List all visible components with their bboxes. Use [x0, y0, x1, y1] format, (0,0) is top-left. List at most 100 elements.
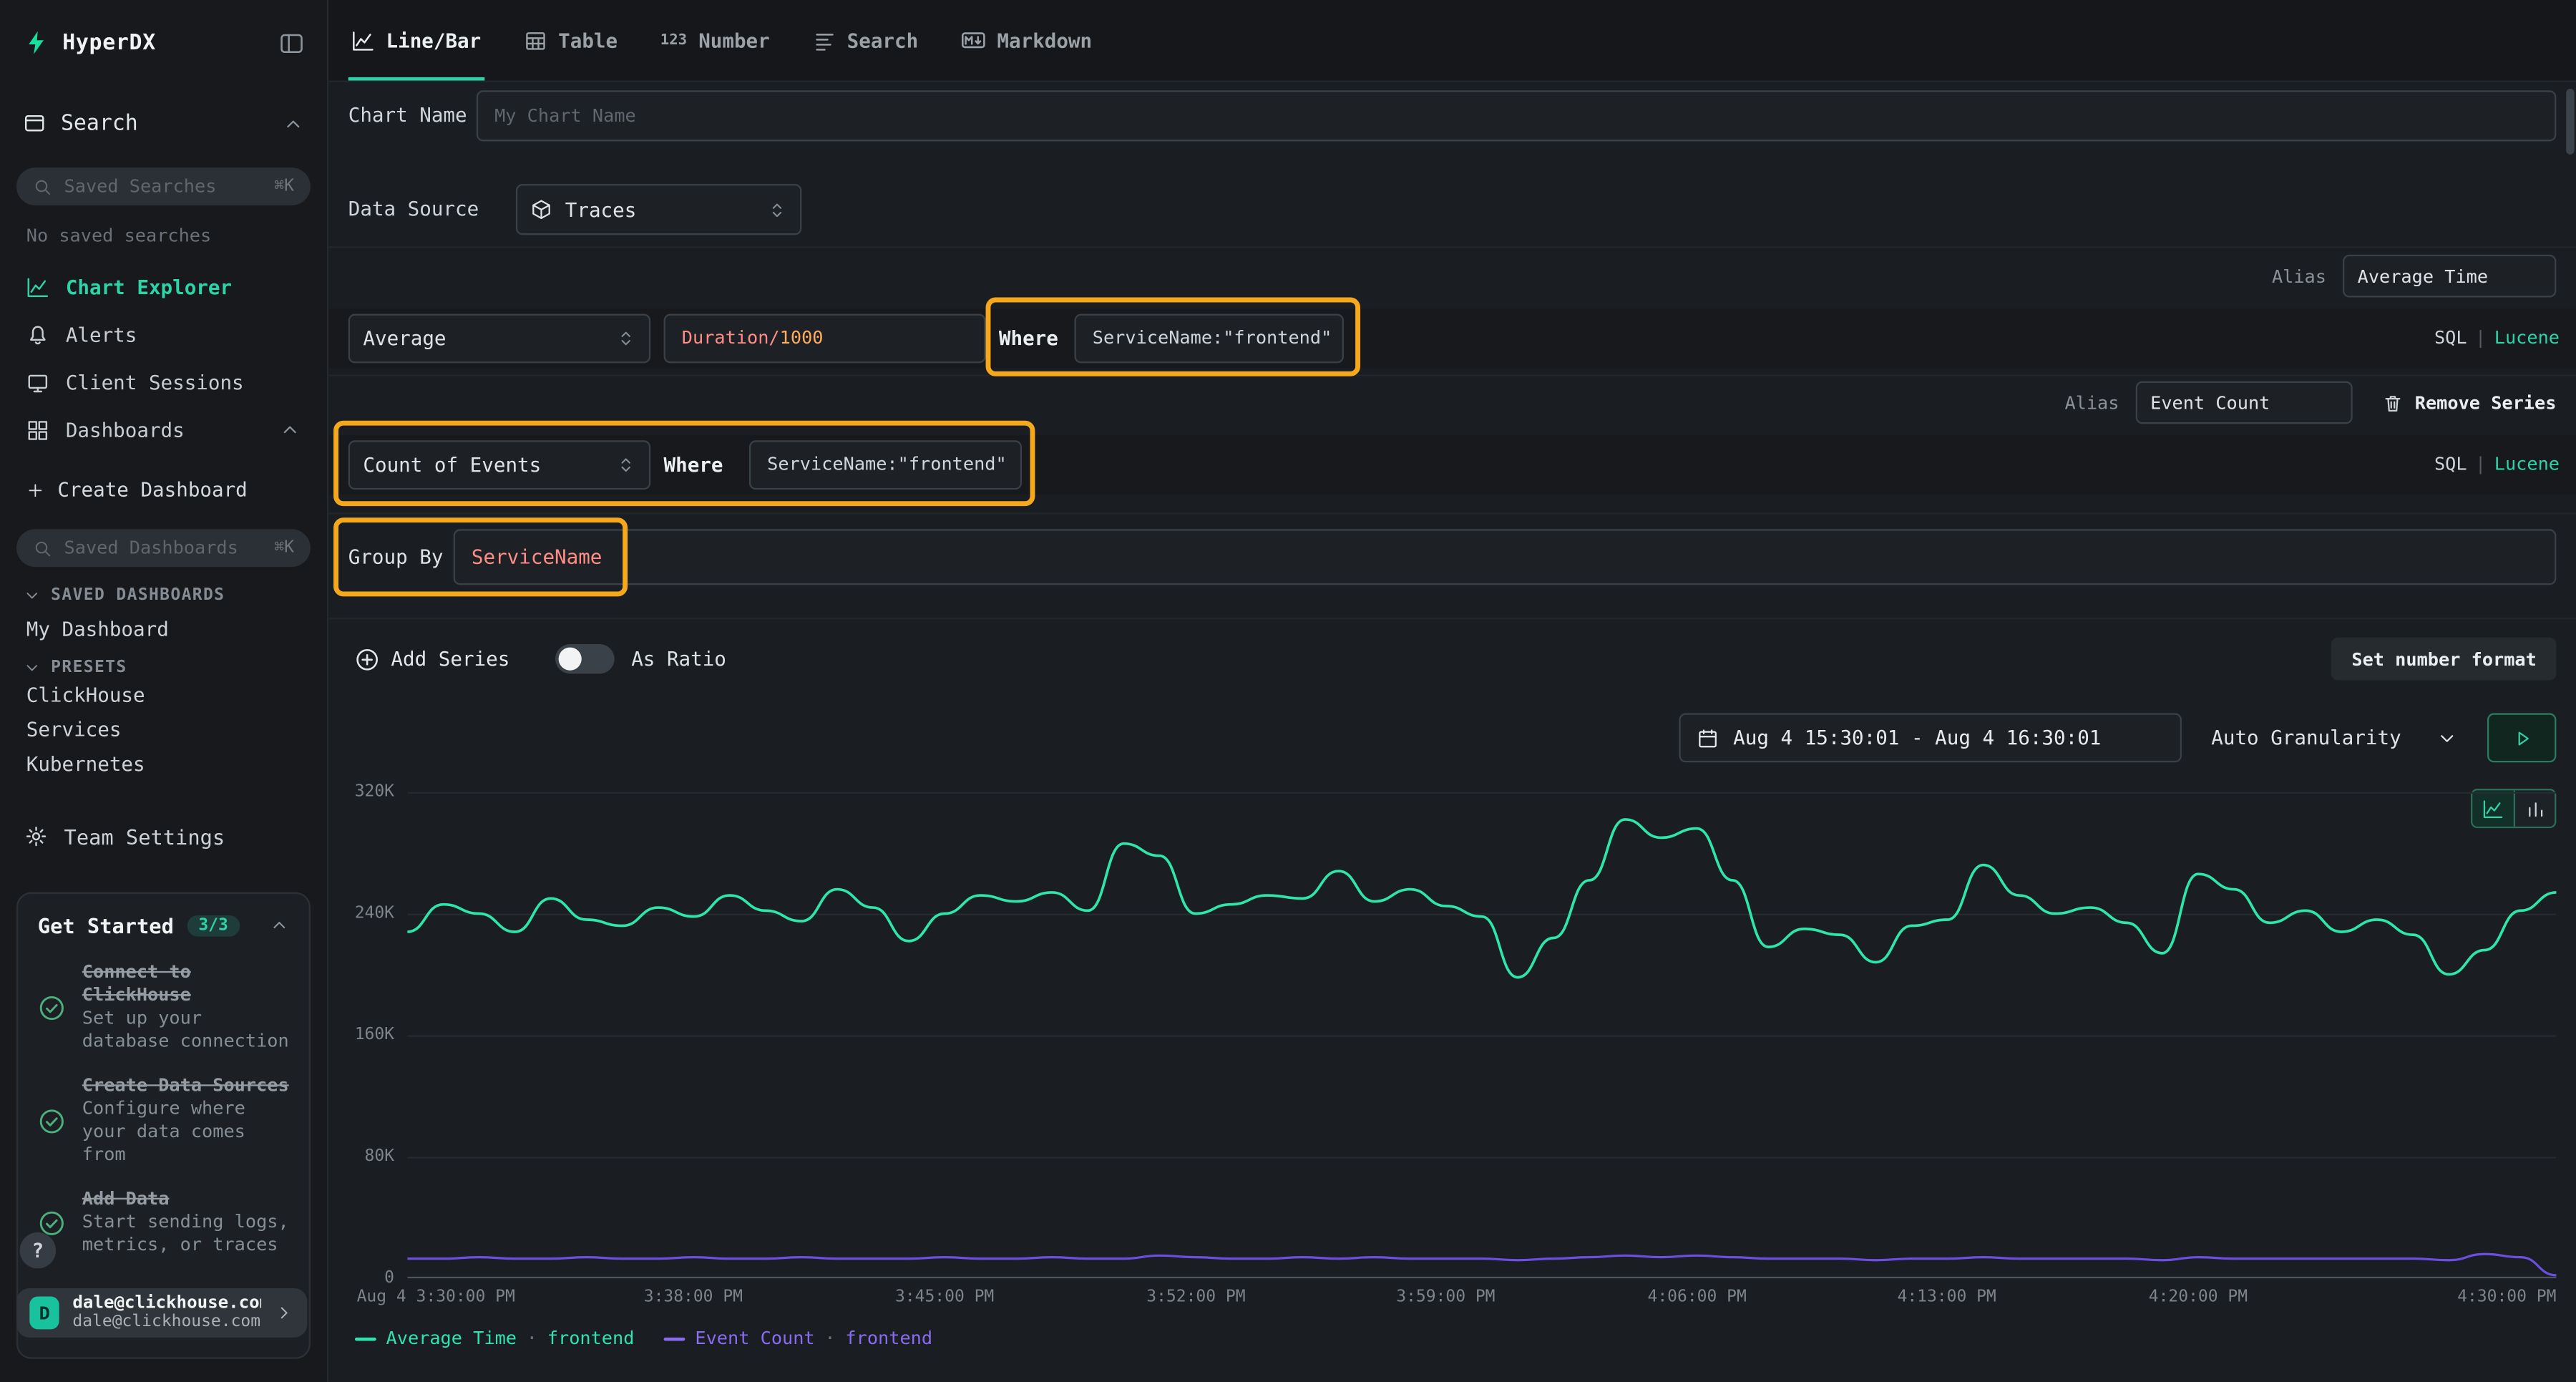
tab-search[interactable]: Search: [812, 0, 918, 80]
field-expression: Duration/: [682, 327, 780, 349]
check-circle-icon: [38, 1106, 66, 1134]
lucene-toggle[interactable]: Lucene: [2494, 454, 2560, 475]
legend-item-event-count[interactable]: Event Count · frontend: [664, 1328, 932, 1349]
group-by-input[interactable]: ServiceName: [454, 529, 2557, 585]
legend-separator: ·: [824, 1328, 835, 1349]
shortcut-badge: ⌘K: [274, 539, 294, 557]
add-series-button[interactable]: Add Series: [355, 646, 509, 671]
series2-alias-input[interactable]: [2135, 381, 2352, 424]
search-section-header[interactable]: Search: [0, 102, 327, 145]
main-panel: Line/Bar Table 123 Number Search Markdow…: [328, 0, 2576, 1382]
avatar: D: [29, 1296, 59, 1329]
select-chevrons-icon: [616, 455, 636, 475]
sidebar-item-team-settings[interactable]: Team Settings: [0, 817, 327, 856]
get-started-item-adddata[interactable]: Add Data Start sending logs, metrics, or…: [38, 1188, 289, 1257]
sidebar-item-my-dashboard[interactable]: My Dashboard: [0, 615, 327, 644]
run-query-button[interactable]: [2487, 713, 2556, 762]
hyperdx-logo-icon: [23, 29, 49, 56]
chart-explorer-content: Chart Name Data Source Traces Alias Aver…: [328, 82, 2576, 1382]
saved-dashboards-section-header[interactable]: SAVED DASHBOARDS: [23, 587, 327, 605]
sidebar-item-services[interactable]: Services: [0, 711, 327, 746]
tab-number[interactable]: 123 Number: [660, 0, 770, 80]
chevron-down-icon: [23, 659, 41, 677]
saved-dashboards-placeholder: Saved Dashboards: [64, 537, 238, 559]
series2-where-input[interactable]: ServiceName:"frontend": [749, 440, 1022, 490]
divider: [328, 374, 2576, 376]
legend-separator: ·: [527, 1328, 537, 1349]
series1-where-input[interactable]: ServiceName:"frontend": [1075, 314, 1345, 364]
alias-label: Alias: [2272, 266, 2326, 287]
lucene-toggle[interactable]: Lucene: [2494, 327, 2560, 349]
sidebar-item-client-sessions[interactable]: Client Sessions: [0, 359, 327, 407]
markdown-icon: [961, 28, 985, 52]
legend-group: frontend: [845, 1328, 932, 1349]
saved-dashboards-input[interactable]: Saved Dashboards ⌘K: [16, 529, 311, 567]
series1-alias-row: Alias: [328, 255, 2576, 298]
series1-where-label: Where: [999, 309, 1058, 369]
series1-language-switch: SQL|Lucene: [2434, 309, 2560, 369]
series1-field-input[interactable]: Duration/1000: [664, 314, 986, 364]
shortcut-badge: ⌘K: [274, 177, 294, 195]
get-started-item-connect[interactable]: Connect to ClickHouse Set up your databa…: [38, 961, 289, 1053]
sidebar-item-clickhouse[interactable]: ClickHouse: [0, 677, 327, 711]
legend-group: frontend: [547, 1328, 635, 1349]
sidebar-item-kubernetes[interactable]: Kubernetes: [0, 746, 327, 780]
help-button[interactable]: ?: [20, 1232, 57, 1269]
alias-label: Alias: [2064, 392, 2119, 414]
bell-icon: [26, 323, 49, 346]
series1-alias-input[interactable]: [2343, 255, 2556, 298]
get-started-header[interactable]: Get Started 3/3: [38, 910, 289, 940]
presets-section-header[interactable]: PRESETS: [23, 659, 327, 677]
sidebar: HyperDX Search Saved Searches ⌘K No save…: [0, 0, 328, 1382]
add-series-row: Add Series As Ratio Set number format: [328, 638, 2576, 681]
trash-icon: [2382, 392, 2404, 414]
x-axis-tick: 4:20:00 PM: [2149, 1288, 2248, 1306]
gear-icon: [24, 825, 47, 848]
nav-label: Chart Explorer: [66, 276, 232, 298]
aggfn-value: Count of Events: [363, 454, 541, 477]
chevron-down-icon: [2436, 727, 2458, 749]
sidebar-item-alerts[interactable]: Alerts: [0, 311, 327, 359]
granularity-select[interactable]: Auto Granularity: [2195, 713, 2474, 762]
chart-name-label: Chart Name: [348, 90, 467, 141]
data-source-value: Traces: [565, 198, 637, 221]
set-number-format-button[interactable]: Set number format: [2332, 638, 2557, 681]
table-icon: [524, 29, 547, 52]
get-started-item-datasources[interactable]: Create Data Sources Configure where your…: [38, 1075, 289, 1167]
sql-toggle[interactable]: SQL: [2434, 454, 2467, 475]
number-123-icon: 123: [660, 32, 687, 49]
tab-line-bar[interactable]: Line/Bar: [351, 0, 481, 80]
tab-label: Markdown: [997, 29, 1092, 52]
y-axis-tick: 240K: [328, 905, 394, 923]
time-range-picker[interactable]: Aug 4 15:30:01 - Aug 4 16:30:01: [1679, 713, 2182, 762]
legend-item-average-time[interactable]: Average Time · frontend: [355, 1328, 635, 1349]
data-source-select[interactable]: Traces: [516, 184, 801, 235]
x-axis-tick: 4:13:00 PM: [1898, 1288, 1996, 1306]
tab-label: Table: [558, 29, 618, 52]
user-menu[interactable]: D dale@clickhouse.com dale@clickhouse.co…: [16, 1288, 307, 1338]
create-dashboard-button[interactable]: Create Dashboard: [0, 473, 327, 506]
series2-language-switch: SQL|Lucene: [2434, 435, 2560, 495]
tab-markdown[interactable]: Markdown: [961, 0, 1092, 80]
user-org: dale@clickhouse.com's: [72, 1313, 261, 1333]
preset-label: Services: [26, 717, 122, 740]
sql-toggle[interactable]: SQL: [2434, 327, 2467, 349]
chart-plot[interactable]: [407, 792, 2556, 1279]
collapse-sidebar-button[interactable]: [279, 30, 303, 54]
sidebar-item-chart-explorer[interactable]: Chart Explorer: [0, 263, 327, 311]
tab-label: Number: [698, 29, 770, 52]
dashboard-grid-icon: [26, 418, 49, 441]
legend-dash-icon: [355, 1337, 376, 1340]
data-source-label: Data Source: [348, 184, 479, 235]
series2-aggfn-select[interactable]: Count of Events: [348, 440, 650, 490]
sidebar-item-dashboards[interactable]: Dashboards: [0, 406, 327, 454]
tab-table[interactable]: Table: [524, 0, 618, 80]
saved-searches-input[interactable]: Saved Searches ⌘K: [16, 167, 311, 205]
series1-aggfn-select[interactable]: Average: [348, 314, 650, 364]
group-by-row: Group By ServiceName: [328, 529, 2576, 585]
chart-name-input[interactable]: [477, 90, 2557, 141]
as-ratio-toggle[interactable]: [556, 644, 615, 673]
aggfn-value: Average: [363, 327, 446, 350]
where-value: ServiceName:"frontend": [1093, 327, 1332, 349]
remove-series-button[interactable]: Remove Series: [2382, 392, 2557, 414]
